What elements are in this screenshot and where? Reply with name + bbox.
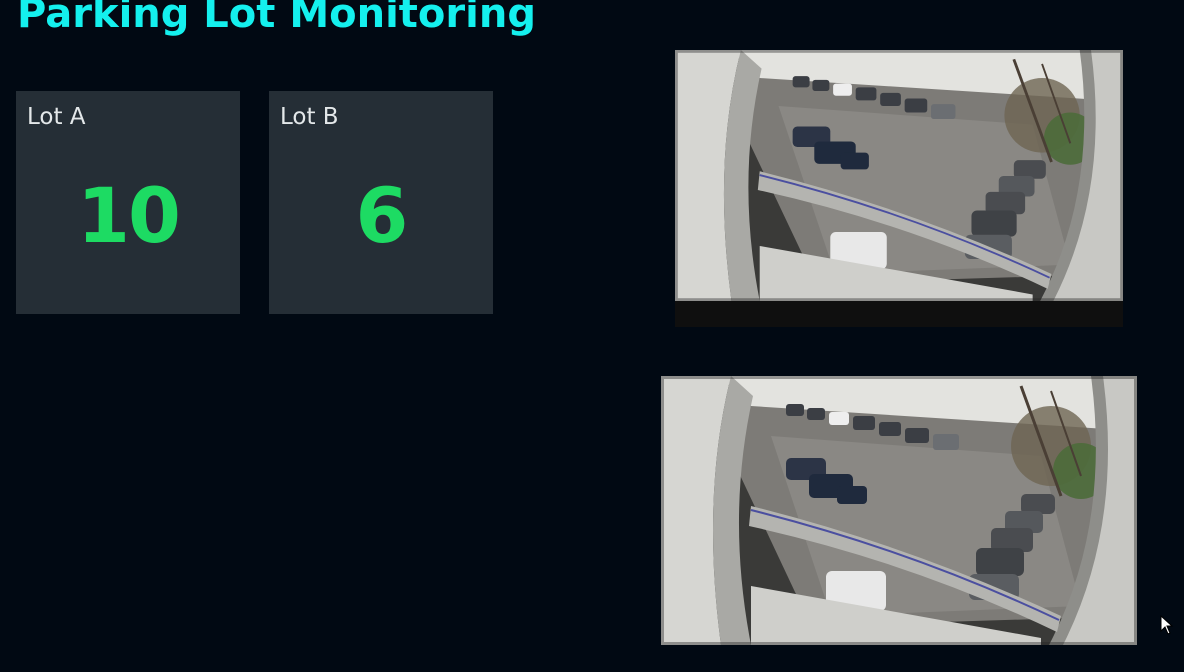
camera-feed-2 xyxy=(661,376,1137,645)
page-title: Parking Lot Monitoring xyxy=(17,0,536,37)
lot-tile-b: Lot B 6 xyxy=(269,91,493,314)
mouse-pointer-icon xyxy=(1160,614,1174,635)
lot-available-count: 6 xyxy=(355,171,409,260)
camera-feed-image xyxy=(675,50,1123,327)
camera-feed-image xyxy=(661,376,1137,645)
camera-feed-1 xyxy=(675,50,1123,327)
parking-dashboard: Parking Lot Monitoring Lot A 10 Lot B 6 xyxy=(0,0,1184,672)
lot-label: Lot B xyxy=(280,104,339,130)
lot-label: Lot A xyxy=(27,104,86,130)
lot-tile-a: Lot A 10 xyxy=(16,91,240,314)
lot-available-count: 10 xyxy=(77,171,181,260)
